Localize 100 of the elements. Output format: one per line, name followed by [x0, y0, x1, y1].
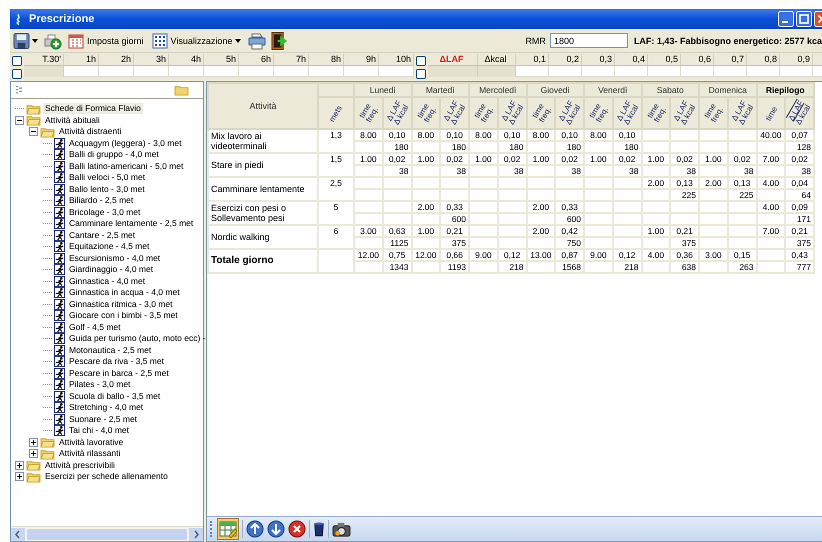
printer-icon[interactable] [247, 32, 268, 50]
expand-toggle[interactable] [15, 116, 24, 125]
tree-item[interactable]: Balli latino-americani - 5,0 met [67, 160, 186, 172]
input-field[interactable] [747, 66, 780, 77]
checkbox[interactable] [416, 69, 426, 79]
tree-item[interactable]: Camminare lentamente - 2,5 met [67, 218, 196, 230]
tree-item[interactable]: Cantare - 2,5 met [67, 230, 138, 241]
input-field[interactable] [64, 66, 99, 77]
input-field[interactable] [99, 66, 134, 77]
input-field[interactable] [169, 66, 204, 77]
tree-item[interactable]: Guida per turismo (auto, moto ecc) - [67, 333, 208, 344]
tree-item[interactable]: Ballo lento - 3,0 met [67, 184, 147, 195]
expand-toggle[interactable] [29, 438, 38, 447]
maximize-icon[interactable] [796, 11, 812, 27]
input-field[interactable] [274, 66, 309, 77]
tree-item[interactable]: Tai chi - 4,0 met [67, 425, 131, 436]
tree-item[interactable]: Escursionismo - 4,0 met [67, 252, 162, 264]
table-cell: 0,07 [785, 129, 814, 141]
runner-icon [54, 322, 65, 333]
input-field[interactable] [309, 66, 344, 77]
view-button[interactable]: Visualizzazione [150, 32, 244, 48]
table-cell: 180 [382, 141, 412, 153]
folder-icon[interactable] [174, 84, 189, 96]
checkbox[interactable] [12, 69, 22, 79]
caret-icon[interactable] [32, 38, 38, 42]
tree-item[interactable]: Suonare - 2,5 met [67, 414, 140, 425]
table-edit-button[interactable] [217, 518, 239, 540]
table-cell: 0,02 [382, 153, 412, 165]
tree-item[interactable]: Balli veloci - 5,0 met [67, 172, 148, 184]
delete-icon[interactable] [288, 520, 306, 538]
column-header: 8h [309, 54, 344, 66]
checkbox[interactable] [12, 56, 22, 66]
runner-icon [54, 368, 65, 379]
tree-item[interactable]: Pilates - 3,0 met [67, 379, 132, 390]
tree-item[interactable]: Attività abituali [43, 114, 102, 126]
table-cell: 0,02 [555, 153, 584, 165]
rmr-field[interactable]: 1800 [550, 33, 628, 48]
input-field[interactable] [648, 66, 681, 77]
input-field[interactable] [582, 66, 615, 77]
tree-item[interactable]: Ginnastica in acqua - 4,0 met [67, 287, 182, 298]
scroll-right-icon[interactable] [189, 528, 203, 540]
table-cell: 4.00 [642, 249, 670, 261]
folder-icon [26, 459, 41, 472]
tree-item[interactable]: Bricolage - 3,0 met [67, 206, 142, 218]
tree-item[interactable]: Biliardo - 2,5 met [67, 195, 136, 206]
expand-toggle[interactable] [29, 127, 38, 136]
tree-item[interactable]: Giardinaggio - 4,0 met [67, 264, 156, 276]
horizontal-scrollbar[interactable] [11, 526, 203, 541]
input-field[interactable] [780, 66, 813, 77]
column-header: 0,1 [516, 54, 549, 66]
tree-item[interactable]: Attività distraenti [57, 126, 124, 138]
tree-item[interactable]: Scuola di ballo - 3,5 met [67, 390, 162, 402]
input-field[interactable] [615, 66, 648, 77]
expand-toggle[interactable] [15, 472, 24, 482]
runner-icon [54, 298, 65, 310]
table-cell: 600 [440, 213, 469, 225]
tree-item[interactable]: Attività prescrivibili [43, 460, 117, 471]
tree-item[interactable]: Motonautica - 2,5 met [67, 344, 154, 356]
input-field[interactable] [204, 66, 239, 77]
input-field[interactable] [516, 66, 549, 77]
input-field[interactable] [134, 66, 169, 77]
tree-item[interactable]: Equitazione - 4,5 met [67, 241, 152, 252]
tree-item[interactable]: Attività lavorative [57, 436, 126, 448]
expand-toggle[interactable] [29, 449, 38, 458]
set-days-button[interactable]: Imposta giorni [66, 32, 146, 48]
tree-item[interactable]: Acquagym (leggera) - 3,0 met [67, 138, 184, 149]
tree-item[interactable]: Stretching - 4,0 met [67, 402, 146, 414]
tree-item[interactable]: Esercizi per schede allenamento [43, 471, 170, 482]
table-cell: 375 [785, 237, 814, 249]
table-cell: Stare in piedi [208, 153, 318, 177]
input-field[interactable] [379, 66, 414, 77]
column-header: 0,4 [615, 54, 648, 66]
tree-item[interactable]: Balli di gruppo - 4,0 met [67, 149, 161, 160]
tree-item[interactable]: Schede di Formica Flavio [43, 103, 143, 114]
input-field[interactable] [549, 66, 582, 77]
tree-item[interactable]: Giocare con i bimbi - 3,5 met [67, 310, 180, 322]
tree-item[interactable]: Attività rilassanti [57, 448, 122, 460]
bin-icon[interactable] [313, 520, 325, 538]
table-cell: 0,13 [670, 177, 699, 189]
input-field[interactable] [681, 66, 714, 77]
save-icon[interactable] [13, 32, 30, 50]
minimize-icon[interactable] [778, 11, 794, 27]
input-field[interactable] [239, 66, 274, 77]
exit-icon[interactable] [271, 30, 288, 50]
tree-item[interactable]: Pescare da riva - 3,5 met [67, 356, 166, 368]
tree-item[interactable]: Ginnastica - 4,0 met [67, 276, 148, 287]
tree-item[interactable]: Ginnastica ritmica - 3,0 met [67, 298, 174, 310]
camera-icon[interactable] [332, 520, 351, 538]
column-header: 0,8 [747, 54, 780, 66]
add-icon[interactable] [42, 32, 62, 50]
scroll-left-icon[interactable] [11, 528, 25, 540]
checkbox[interactable] [416, 56, 426, 66]
tree-view-icon[interactable] [15, 84, 23, 96]
column-header: T.30' [24, 54, 64, 66]
tree-item[interactable]: Golf - 4,5 met [67, 322, 122, 333]
expand-toggle[interactable] [15, 460, 24, 470]
input-field[interactable] [714, 66, 747, 77]
input-field[interactable] [344, 66, 379, 77]
table-cell: 1.00 [469, 153, 498, 165]
tree-item[interactable]: Pescare in barca - 2,5 met [67, 368, 171, 379]
